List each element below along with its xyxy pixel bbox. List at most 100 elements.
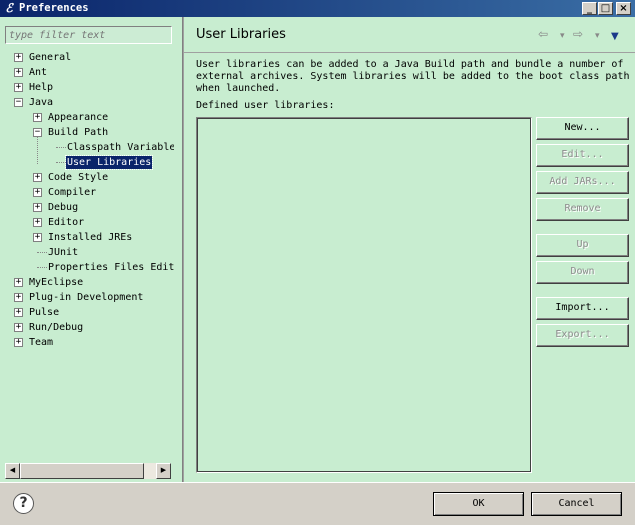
page-header: User Libraries ⇦ ▾ ⇨ ▾ ▼ <box>184 17 635 53</box>
description-line: User libraries can be added to a Java Bu… <box>196 59 624 70</box>
tree-item[interactable]: + Debug <box>0 200 174 215</box>
tree-item-label: Code Style <box>48 172 109 183</box>
collapse-icon[interactable]: − <box>33 128 42 137</box>
tree-item[interactable]: − Build Path <box>0 125 174 140</box>
tree-connector <box>37 267 47 268</box>
tree-item[interactable]: + Run/Debug <box>0 320 174 335</box>
back-menu-icon[interactable]: ▾ <box>560 29 565 43</box>
new-button[interactable]: New... <box>536 117 629 140</box>
view-menu-icon[interactable]: ▼ <box>611 30 619 44</box>
down-button[interactable]: Down <box>536 261 629 284</box>
tree-item[interactable]: Classpath Variable <box>0 140 174 155</box>
collapse-icon[interactable]: − <box>14 98 23 107</box>
defined-libraries-label: Defined user libraries: <box>196 100 335 111</box>
forward-menu-icon[interactable]: ▾ <box>595 29 600 43</box>
expand-icon[interactable]: + <box>14 68 23 77</box>
back-arrow-icon[interactable]: ⇦ <box>538 27 548 41</box>
tree-item-label: JUnit <box>48 247 79 258</box>
tree-item-label: Pulse <box>29 307 60 318</box>
add-jars-button[interactable]: Add JARs... <box>536 171 629 194</box>
filter-input[interactable] <box>5 26 172 44</box>
tree-item[interactable]: + Plug-in Development <box>0 290 174 305</box>
export-button[interactable]: Export... <box>536 324 629 347</box>
expand-icon[interactable]: + <box>33 218 42 227</box>
eclipse-icon: ℰ <box>5 1 13 15</box>
tree-item[interactable]: User Libraries <box>0 155 174 170</box>
tree-item[interactable]: Properties Files Edit <box>0 260 174 275</box>
tree-item-label: Compiler <box>48 187 97 198</box>
dialog-button-bar: ? OK Cancel <box>0 482 635 525</box>
tree-item-label: Properties Files Edit <box>48 262 174 273</box>
tree-item-label: Appearance <box>48 112 109 123</box>
page-description: User libraries can be added to a Java Bu… <box>196 59 632 95</box>
tree-item-label: Editor <box>48 217 85 228</box>
expand-icon[interactable]: + <box>14 323 23 332</box>
scrollbar-thumb[interactable] <box>20 463 144 479</box>
help-icon[interactable]: ? <box>13 493 34 514</box>
tree-horizontal-scrollbar[interactable]: ◀ ▶ <box>5 463 171 479</box>
expand-icon[interactable]: + <box>14 53 23 62</box>
tree-item-label: Classpath Variable <box>67 142 174 153</box>
user-libraries-page: User Libraries ⇦ ▾ ⇨ ▾ ▼ User libraries … <box>184 17 635 482</box>
forward-arrow-icon[interactable]: ⇨ <box>573 27 583 41</box>
tree-item-label: Build Path <box>48 127 109 138</box>
user-libraries-list[interactable] <box>196 117 532 473</box>
tree-item-label: Team <box>29 337 54 348</box>
expand-icon[interactable]: + <box>14 308 23 317</box>
tree-item[interactable]: + Compiler <box>0 185 174 200</box>
tree-item[interactable]: − Java <box>0 95 174 110</box>
minimize-button[interactable]: _ <box>582 2 597 15</box>
expand-icon[interactable]: + <box>33 233 42 242</box>
tree-item[interactable]: + Ant <box>0 65 174 80</box>
description-line: when launched. <box>196 83 281 94</box>
tree-connector <box>37 252 47 253</box>
scroll-right-icon[interactable]: ▶ <box>156 463 171 479</box>
expand-icon[interactable]: + <box>33 188 42 197</box>
tree-item[interactable]: + Editor <box>0 215 174 230</box>
maximize-button[interactable]: □ <box>598 2 613 15</box>
up-button[interactable]: Up <box>536 234 629 257</box>
tree-item[interactable]: + Pulse <box>0 305 174 320</box>
tree-item-label: Plug-in Development <box>29 292 144 303</box>
remove-button[interactable]: Remove <box>536 198 629 221</box>
import-button[interactable]: Import... <box>536 297 629 320</box>
window-title: Preferences <box>19 2 89 14</box>
preferences-tree[interactable]: + General + Ant + Help − Java + Appearance − Build … <box>0 50 174 458</box>
tree-item[interactable]: + Team <box>0 335 174 350</box>
tree-connector <box>37 137 38 164</box>
tree-item-label: MyEclipse <box>29 277 84 288</box>
preferences-tree-pane: +General+Ant+Help−Java+Appearance−Build … <box>0 17 182 482</box>
tree-item[interactable]: + Installed JREs <box>0 230 174 245</box>
tree-item-label: Debug <box>48 202 79 213</box>
expand-icon[interactable]: + <box>33 113 42 122</box>
tree-item-label: User Libraries <box>64 155 154 170</box>
expand-icon[interactable]: + <box>14 293 23 302</box>
expand-icon[interactable]: + <box>14 278 23 287</box>
page-title: User Libraries <box>196 27 286 42</box>
description-line: external archives. System libraries will… <box>196 71 630 82</box>
tree-connector <box>56 147 66 148</box>
expand-icon[interactable]: + <box>14 83 23 92</box>
expand-icon[interactable]: + <box>14 338 23 347</box>
tree-item-label: Run/Debug <box>29 322 84 333</box>
tree-item[interactable]: + Help <box>0 80 174 95</box>
tree-item[interactable]: + MyEclipse <box>0 275 174 290</box>
tree-item-label: General <box>29 52 72 63</box>
ok-button[interactable]: OK <box>433 492 524 516</box>
tree-item[interactable]: + General <box>0 50 174 65</box>
window-titlebar[interactable]: ℰ Preferences _ □ × <box>0 0 635 17</box>
tree-item-label: Help <box>29 82 54 93</box>
tree-item-label: Ant <box>29 67 48 78</box>
expand-icon[interactable]: + <box>33 203 42 212</box>
tree-connector <box>56 162 66 163</box>
tree-item[interactable]: + Appearance <box>0 110 174 125</box>
cancel-button[interactable]: Cancel <box>531 492 622 516</box>
scroll-left-icon[interactable]: ◀ <box>5 463 20 479</box>
expand-icon[interactable]: + <box>33 173 42 182</box>
tree-item[interactable]: JUnit <box>0 245 174 260</box>
edit-button[interactable]: Edit... <box>536 144 629 167</box>
close-button[interactable]: × <box>616 2 631 15</box>
tree-item-label: Installed JREs <box>48 232 133 243</box>
tree-item[interactable]: + Code Style <box>0 170 174 185</box>
tree-item-label: Java <box>29 97 54 108</box>
